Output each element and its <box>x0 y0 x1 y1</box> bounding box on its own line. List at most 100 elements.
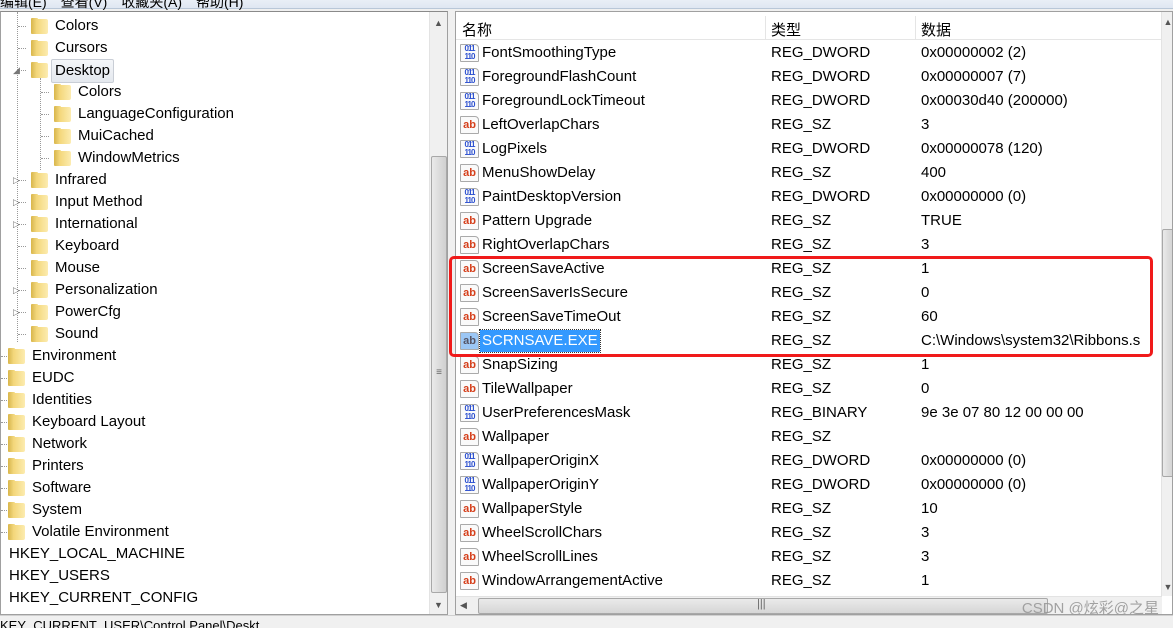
scrollbar-thumb[interactable]: ≡ <box>431 156 447 593</box>
tree-item-label: MuiCached <box>78 127 154 144</box>
tree-item-label: Infrared <box>55 171 107 188</box>
binary-value-icon: 011 110 <box>460 188 479 206</box>
menu-item[interactable]: 收藏夹(A) <box>121 0 182 10</box>
value-row[interactable]: 011 110 LogPixels REG_DWORD 0x00000078 (120) <box>456 137 1162 161</box>
tree-item[interactable]: ▷ Infrared <box>1 169 429 191</box>
folder-icon <box>54 84 72 100</box>
tree-item-label: HKEY_LOCAL_MACHINE <box>9 545 185 562</box>
expand-arrow-icon[interactable]: ▷ <box>13 169 20 191</box>
folder-icon <box>31 326 49 342</box>
key-tree-pane: ▲ ≡ ▼ Colors Cursors ◢ Desktop Colors Languag… <box>0 11 448 615</box>
tree-item[interactable]: LanguageConfiguration <box>1 103 429 125</box>
tree-item[interactable]: Keyboard <box>1 235 429 257</box>
value-name: WallpaperOriginY <box>482 476 599 493</box>
tree-item[interactable]: Identities <box>1 389 429 411</box>
folder-icon <box>8 414 26 430</box>
collapse-arrow-icon[interactable]: ◢ <box>13 59 20 81</box>
value-row[interactable]: ab MenuShowDelay REG_SZ 400 <box>456 161 1162 185</box>
value-row[interactable]: ab WheelScrollLines REG_SZ 3 <box>456 545 1162 569</box>
tree-item[interactable]: ▷ Personalization <box>1 279 429 301</box>
tree-line <box>18 334 26 335</box>
tree-item[interactable]: HKEY_CURRENT_CONFIG <box>1 587 429 609</box>
folder-icon <box>31 216 49 232</box>
tree-item[interactable]: Environment <box>1 345 429 367</box>
value-name: WheelScrollChars <box>482 524 603 541</box>
tree-item[interactable]: Mouse <box>1 257 429 279</box>
tree-item[interactable]: Colors <box>1 81 429 103</box>
expand-arrow-icon[interactable]: ▷ <box>13 279 20 301</box>
value-row[interactable]: ab WindowArrangementActive REG_SZ 1 <box>456 569 1162 593</box>
value-data: 1 <box>921 572 930 589</box>
tree-item[interactable]: Printers <box>1 455 429 477</box>
tree-vertical-scrollbar[interactable]: ▲ ≡ ▼ <box>429 12 447 614</box>
value-type: REG_BINARY <box>771 404 868 421</box>
column-type-header[interactable]: 类型 <box>771 19 801 40</box>
menu-item[interactable]: 编辑(E) <box>0 0 47 10</box>
value-row[interactable]: 011 110 FontSmoothingType REG_DWORD 0x000000… <box>456 41 1162 65</box>
binary-value-icon: 011 110 <box>460 68 479 86</box>
column-header: 名称 类型 数据 <box>456 16 1162 40</box>
tree-item[interactable]: Volatile Environment <box>1 521 429 543</box>
tree-item[interactable]: Cursors <box>1 37 429 59</box>
tree-item[interactable]: ▷ Input Method <box>1 191 429 213</box>
tree-item[interactable]: Keyboard Layout <box>1 411 429 433</box>
value-row[interactable]: 011 110 WallpaperOriginX REG_DWORD 0x0000000… <box>456 449 1162 473</box>
value-data: 400 <box>921 164 947 181</box>
scrollbar-thumb[interactable] <box>1162 229 1172 477</box>
scroll-up-arrow-icon[interactable]: ▲ <box>430 18 447 28</box>
tree-item[interactable]: ▷ International <box>1 213 429 235</box>
value-type: REG_SZ <box>771 428 832 445</box>
scroll-down-arrow-icon[interactable]: ▼ <box>430 600 447 610</box>
value-name: ForegroundLockTimeout <box>482 92 645 109</box>
scrollbar-thumb[interactable]: ||| <box>478 598 1048 614</box>
value-row[interactable]: ab WheelScrollChars REG_SZ 3 <box>456 521 1162 545</box>
value-row[interactable]: 011 110 UserPreferencesMask REG_BINARY 9e 3e… <box>456 401 1162 425</box>
column-divider[interactable] <box>765 16 766 40</box>
value-data: 0 <box>921 380 930 397</box>
column-divider[interactable] <box>915 16 916 40</box>
scroll-down-arrow-icon[interactable]: ▼ <box>1162 582 1172 592</box>
value-row[interactable]: 011 110 PaintDesktopVersion REG_DWORD 0x0000… <box>456 185 1162 209</box>
scroll-left-arrow-icon[interactable]: ◀ <box>460 600 467 611</box>
string-value-icon: ab <box>460 428 479 446</box>
value-row[interactable]: ab Pattern Upgrade REG_SZ TRUE <box>456 209 1162 233</box>
binary-value-icon: 011 110 <box>460 404 479 422</box>
folder-icon <box>31 304 49 320</box>
tree-line <box>41 136 49 137</box>
expand-arrow-icon[interactable]: ▷ <box>13 213 20 235</box>
string-value-icon: ab <box>460 572 479 590</box>
value-row[interactable]: ab LeftOverlapChars REG_SZ 3 <box>456 113 1162 137</box>
values-vertical-scrollbar[interactable]: ▲ ▼ <box>1161 12 1172 596</box>
value-row[interactable]: ab WallpaperStyle REG_SZ 10 <box>456 497 1162 521</box>
tree-item[interactable]: Software <box>1 477 429 499</box>
value-row[interactable]: 011 110 WallpaperOriginY REG_DWORD 0x0000000… <box>456 473 1162 497</box>
tree-item[interactable]: ▷ PowerCfg <box>1 301 429 323</box>
tree-item[interactable]: Colors <box>1 15 429 37</box>
expand-arrow-icon[interactable]: ▷ <box>13 301 20 323</box>
value-row[interactable]: 011 110 ForegroundFlashCount REG_DWORD 0x000… <box>456 65 1162 89</box>
folder-icon <box>31 260 49 276</box>
menu-item[interactable]: 帮助(H) <box>196 0 243 10</box>
value-data: 10 <box>921 500 938 517</box>
tree-item[interactable]: ◢ Desktop <box>1 59 429 83</box>
tree-item[interactable]: WindowMetrics <box>1 147 429 169</box>
menu-item[interactable]: 查看(V) <box>61 0 108 10</box>
tree-item[interactable]: Sound <box>1 323 429 345</box>
value-row[interactable]: 011 110 ForegroundLockTimeout REG_DWORD 0x00… <box>456 89 1162 113</box>
tree-item[interactable]: MuiCached <box>1 125 429 147</box>
scroll-up-arrow-icon[interactable]: ▲ <box>1162 17 1172 27</box>
expand-arrow-icon[interactable]: ▷ <box>13 191 20 213</box>
binary-value-icon: 011 110 <box>460 140 479 158</box>
tree-item[interactable]: HKEY_USERS <box>1 565 429 587</box>
value-row[interactable]: ab Wallpaper REG_SZ <box>456 425 1162 449</box>
tree-item[interactable]: HKEY_LOCAL_MACHINE <box>1 543 429 565</box>
column-data-header[interactable]: 数据 <box>921 19 951 40</box>
tree-item[interactable]: Network <box>1 433 429 455</box>
value-name: FontSmoothingType <box>482 44 617 61</box>
tree-item[interactable]: EUDC <box>1 367 429 389</box>
tree-item[interactable]: System <box>1 499 429 521</box>
value-row[interactable]: ab RightOverlapChars REG_SZ 3 <box>456 233 1162 257</box>
value-row[interactable]: ab TileWallpaper REG_SZ 0 <box>456 377 1162 401</box>
column-name-header[interactable]: 名称 <box>462 19 492 40</box>
tree-line <box>41 158 49 159</box>
